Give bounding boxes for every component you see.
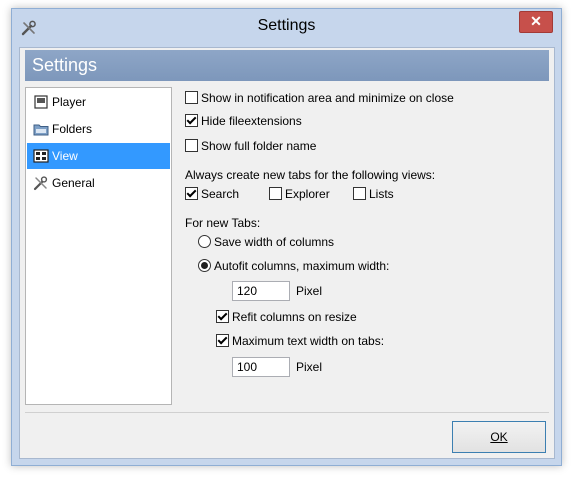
show-full-folder-checkbox[interactable] [185,139,198,153]
settings-nav: Player Folders View General [25,87,172,405]
explorer-option[interactable]: Explorer [269,186,330,204]
view-icon [33,149,49,163]
page-title: Settings [25,50,549,81]
show-full-folder-option[interactable]: Show full folder name [185,138,316,156]
show-notification-option[interactable]: Show in notification area and minimize o… [185,90,454,108]
max-text-width-option[interactable]: Maximum text width on tabs: [216,333,384,351]
pixel-label: Pixel [296,360,323,374]
dialog-body: Settings Player Folders View General Sho… [19,47,555,459]
divider [25,412,549,413]
ok-button[interactable]: OK [452,421,546,453]
save-width-radio[interactable] [198,235,211,249]
search-checkbox[interactable] [185,187,198,201]
max-text-width-input[interactable]: 100 [232,357,290,377]
pixel-label: Pixel [296,284,323,298]
close-button[interactable]: ✕ [519,11,553,33]
player-icon [34,95,48,109]
tabs-views-label: Always create new tabs for the following… [185,168,436,182]
sidebar-item-player[interactable]: Player [27,89,170,115]
sidebar-item-general[interactable]: General [27,170,170,196]
hide-extensions-checkbox[interactable] [185,114,198,128]
hide-extensions-option[interactable]: Hide fileextensions [185,113,302,131]
max-width-input[interactable]: 120 [232,281,290,301]
settings-window: Settings ✕ Settings Player Folders View … [11,8,562,466]
sidebar-item-label: General [52,176,95,190]
show-notification-checkbox[interactable] [185,91,198,105]
view-settings-panel: Show in notification area and minimize o… [185,90,545,400]
refit-checkbox[interactable] [216,310,229,324]
sidebar-item-folders[interactable]: Folders [27,116,170,142]
window-title: Settings [257,17,316,34]
autofit-radio[interactable] [198,259,211,273]
sidebar-item-label: Folders [52,122,93,136]
refit-option[interactable]: Refit columns on resize [216,309,357,327]
sidebar-item-label: View [52,149,78,163]
explorer-checkbox[interactable] [269,187,282,201]
max-text-width-checkbox[interactable] [216,334,229,348]
save-width-option[interactable]: Save width of columns [198,234,334,252]
sidebar-item-view[interactable]: View [27,143,170,169]
title-bar[interactable]: Settings ✕ [12,9,561,47]
search-option[interactable]: Search [185,186,239,204]
new-tabs-label: For new Tabs: [185,216,261,230]
general-icon [33,176,48,191]
folders-icon [33,124,49,136]
sidebar-item-label: Player [52,95,87,109]
autofit-option[interactable]: Autofit columns, maximum width: [198,258,389,276]
lists-checkbox[interactable] [353,187,366,201]
lists-option[interactable]: Lists [353,186,394,204]
